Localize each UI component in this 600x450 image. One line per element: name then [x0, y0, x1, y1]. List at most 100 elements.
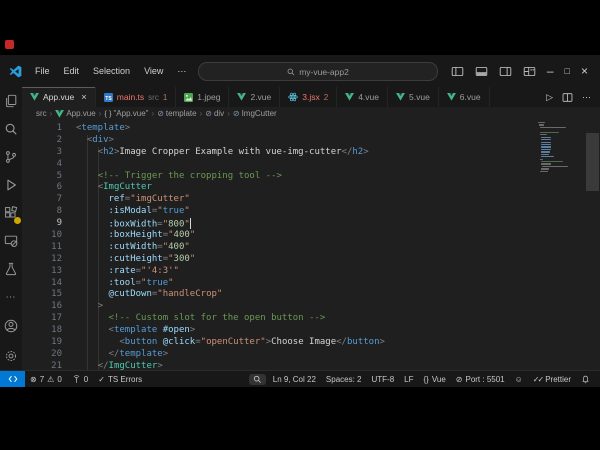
line-number: 21 — [22, 361, 76, 370]
code-line-20[interactable]: 20 </template> — [22, 349, 600, 361]
double-check-icon: ✓✓ — [533, 375, 542, 384]
code-line-11[interactable]: 11 :cutWidth="400" — [22, 242, 600, 254]
toggle-secondary-sidebar-icon[interactable] — [499, 65, 512, 78]
tab-6-vue[interactable]: 6.vue — [439, 87, 490, 107]
ports-indicator[interactable]: 0 — [67, 375, 93, 384]
tab-5-vue[interactable]: 5.vue — [388, 87, 439, 107]
code-line-13[interactable]: 13 :rate="'4:3'" — [22, 266, 600, 278]
toggle-sidebar-icon[interactable] — [451, 65, 464, 78]
customize-layout-icon[interactable] — [523, 65, 536, 78]
problems-indicator[interactable]: ⊗ 7 ⚠ 0 — [25, 375, 67, 384]
menu-edit[interactable]: Edit — [57, 55, 87, 87]
tab-4-vue[interactable]: 4.vue — [337, 87, 388, 107]
code-line-6[interactable]: 6 <ImgCutter — [22, 182, 600, 194]
minimap-line — [541, 137, 551, 138]
menu-selection[interactable]: Selection — [86, 55, 137, 87]
toggle-panel-icon[interactable] — [475, 65, 488, 78]
remote-indicator[interactable] — [0, 371, 25, 387]
remote-explorer-icon[interactable] — [0, 227, 22, 255]
code-line-16[interactable]: 16 > — [22, 301, 600, 313]
breadcrumb-item[interactable]: ⊘ImgCutter — [233, 109, 277, 118]
breadcrumb-item[interactable]: ⊘template — [157, 109, 196, 118]
code-line-8[interactable]: 8 :isModal="true" — [22, 206, 600, 218]
extensions-icon[interactable] — [0, 199, 22, 227]
menu-file[interactable]: File — [28, 55, 57, 87]
line-number: 19 — [22, 337, 76, 349]
breadcrumb-item[interactable]: ⊘div — [205, 109, 224, 118]
tab-main-ts[interactable]: TSmain.tssrc1 — [96, 87, 177, 107]
notifications-bell[interactable] — [576, 375, 595, 384]
menu-view[interactable]: View — [137, 55, 170, 87]
run-debug-icon[interactable] — [0, 171, 22, 199]
source-control-icon[interactable] — [0, 143, 22, 171]
minimize-button[interactable]: – — [547, 64, 554, 78]
code-line-12[interactable]: 12 :cutHeight="300" — [22, 254, 600, 266]
ports-count: 0 — [84, 375, 88, 384]
code-line-14[interactable]: 14 :tool="true" — [22, 278, 600, 290]
language-mode[interactable]: {} Vue — [419, 375, 451, 384]
tab-2-vue[interactable]: 2.vue — [229, 87, 280, 107]
feedback-button[interactable]: ☺ — [510, 375, 528, 384]
tab-label: App.vue — [43, 92, 74, 102]
tab-close-icon[interactable]: × — [81, 92, 87, 103]
run-file-button[interactable]: ▷ — [546, 92, 553, 103]
prettier-indicator[interactable]: ✓✓ Prettier — [528, 375, 576, 384]
testing-beaker-icon[interactable] — [0, 255, 22, 283]
ts-errors-indicator[interactable]: ✓ TS Errors — [93, 375, 147, 384]
code-editor[interactable]: 1<template>2 <div>3 <h2>Image Cropper Ex… — [22, 120, 600, 370]
vscode-logo-icon — [9, 65, 22, 78]
files-icon[interactable] — [0, 87, 22, 115]
warning-count: 0 — [57, 375, 61, 384]
code-line-15[interactable]: 15 @cutDown="handleCrop" — [22, 289, 600, 301]
line-number: 12 — [22, 254, 76, 266]
indentation-setting[interactable]: Spaces: 2 — [321, 375, 367, 384]
encoding-setting[interactable]: UTF-8 — [366, 375, 399, 384]
code-line-2[interactable]: 2 <div> — [22, 135, 600, 147]
editor-scrollbar[interactable] — [586, 133, 599, 191]
maximize-button[interactable]: □ — [565, 66, 570, 76]
editor-tab-bar: App.vue × TSmain.tssrc11.jpeg2.vue3.jsx24.… — [22, 87, 600, 107]
command-center-search[interactable]: my-vue-app2 — [198, 62, 438, 81]
code-line-9[interactable]: 9 :boxWidth="800" — [22, 218, 600, 230]
code-line-3[interactable]: 3 <h2>Image Cropper Example with vue-img… — [22, 147, 600, 159]
search-icon — [287, 68, 295, 76]
tab-label: 3.jsx — [302, 92, 319, 102]
code-line-4[interactable]: 4 — [22, 159, 600, 171]
tab-1-jpeg[interactable]: 1.jpeg — [176, 87, 229, 107]
line-number: 11 — [22, 242, 76, 254]
breadcrumb-item[interactable]: App.vue — [55, 109, 95, 118]
port-indicator[interactable]: ⊘ Port : 5501 — [451, 375, 510, 384]
vue-file-icon — [345, 93, 354, 101]
breadcrumb-item[interactable]: { }"App.vue" — [104, 109, 148, 118]
code-line-1[interactable]: 1<template> — [22, 123, 600, 135]
minimap[interactable] — [538, 122, 572, 173]
tab-app-vue[interactable]: App.vue × — [22, 87, 96, 107]
code-line-21[interactable]: 21 </ImgCutter> — [22, 361, 600, 370]
vue-file-icon — [237, 93, 246, 101]
close-button[interactable]: × — [581, 64, 588, 78]
account-icon[interactable] — [0, 312, 22, 340]
settings-icon[interactable] — [0, 342, 22, 370]
minimap-line — [541, 149, 551, 150]
code-line-18[interactable]: 18 <template #open> — [22, 325, 600, 337]
eol-setting[interactable]: LF — [399, 375, 418, 384]
zoom-indicator[interactable] — [249, 374, 266, 385]
code-line-7[interactable]: 7 ref="imgCutter" — [22, 194, 600, 206]
chevron-right-icon: › — [200, 109, 203, 118]
editor-more-actions-icon[interactable]: ⋯ — [582, 92, 591, 103]
cursor-position[interactable]: Ln 9, Col 22 — [268, 375, 321, 384]
code-line-5[interactable]: 5 <!-- Trigger the cropping tool --> — [22, 171, 600, 183]
menu-more[interactable]: ⋯ — [170, 55, 193, 87]
tab-3-jsx[interactable]: 3.jsx2 — [280, 87, 337, 107]
code-line-17[interactable]: 17 <!-- Custom slot for the open button … — [22, 313, 600, 325]
code-line-19[interactable]: 19 <button @click="openCutter">Choose Im… — [22, 337, 600, 349]
more-icon[interactable]: ⋯ — [0, 283, 22, 311]
split-editor-icon[interactable] — [562, 92, 573, 103]
code-line-10[interactable]: 10 :boxHeight="400" — [22, 230, 600, 242]
search-icon[interactable] — [0, 115, 22, 143]
line-number: 18 — [22, 325, 76, 337]
breadcrumb-item[interactable]: src — [36, 109, 47, 118]
error-count: 7 — [40, 375, 44, 384]
minimap-line — [542, 166, 568, 167]
tab-problem-badge: 1 — [163, 93, 167, 102]
